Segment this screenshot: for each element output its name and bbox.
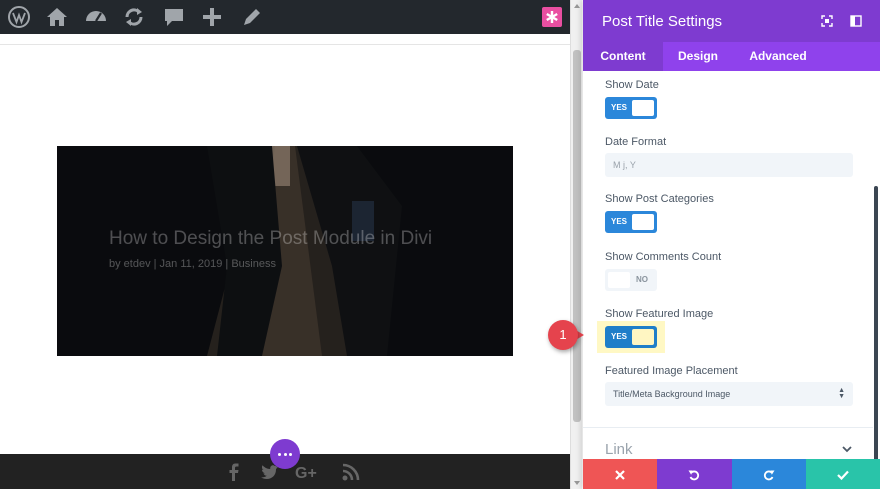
undo-icon (688, 470, 700, 480)
dashboard-home-icon[interactable] (45, 5, 69, 29)
cancel-button[interactable] (583, 459, 658, 489)
scroll-down-icon[interactable] (574, 481, 580, 485)
featured-image-placement-select[interactable]: Title/Meta Background Image ▲ ▼ (605, 382, 853, 406)
show-date-label: Show Date (605, 79, 659, 91)
wordpress-icon[interactable] (7, 5, 31, 29)
redo-icon (763, 470, 775, 480)
close-icon (615, 469, 625, 480)
select-value: Title/Meta Background Image (613, 389, 731, 399)
toggle-state: YES (611, 332, 628, 341)
module-settings-panel: Post Title Settings Content Design Advan… (583, 0, 880, 489)
panel-header: Post Title Settings (583, 0, 880, 42)
post-title: How to Design the Post Module in Divi (109, 228, 433, 249)
featured-image (57, 146, 513, 356)
toggle-knob (632, 214, 654, 230)
asterisk-icon (546, 11, 558, 23)
google-plus-icon[interactable]: G+ (295, 462, 325, 482)
select-caret-icon: ▲ ▼ (838, 387, 845, 400)
date-format-input[interactable]: M j, Y (605, 153, 853, 177)
show-date-toggle[interactable]: YES (605, 97, 657, 119)
toggle-knob (632, 100, 654, 116)
chevron-down-icon[interactable] (842, 444, 852, 454)
wp-admin-bar (0, 0, 570, 34)
featured-image-placement-label: Featured Image Placement (605, 365, 738, 377)
toggle-state: YES (611, 103, 628, 112)
redo-button[interactable] (731, 459, 806, 489)
link-section-title[interactable]: Link (605, 441, 633, 458)
toggle-knob (608, 272, 630, 288)
show-featured-image-toggle[interactable]: YES (605, 326, 657, 348)
facebook-icon[interactable] (224, 462, 244, 482)
pencil-icon[interactable] (240, 5, 264, 29)
show-post-categories-label: Show Post Categories (605, 193, 714, 205)
refresh-icon[interactable] (122, 5, 146, 29)
tab-content[interactable]: Content (583, 42, 663, 71)
divi-builder-button[interactable] (542, 7, 562, 27)
divi-builder-screen: How to Design the Post Module in Divi by… (0, 0, 880, 489)
svg-text:G+: G+ (295, 465, 317, 482)
toggle-state: NO (636, 275, 648, 284)
show-post-categories-toggle[interactable]: YES (605, 211, 657, 233)
plus-icon[interactable] (200, 5, 224, 29)
settings-tabs: Content Design Advanced (583, 42, 880, 71)
check-icon (837, 470, 849, 480)
panel-footer (583, 459, 880, 489)
page-scrollbar[interactable] (570, 0, 582, 489)
tab-advanced[interactable]: Advanced (733, 42, 823, 71)
panel-scrollbar[interactable] (874, 186, 878, 459)
show-comments-count-label: Show Comments Count (605, 251, 722, 263)
undo-button[interactable] (657, 459, 732, 489)
page-scrollbar-thumb[interactable] (573, 50, 581, 422)
toggle-state: YES (611, 217, 628, 226)
split-view-icon[interactable] (850, 15, 862, 27)
tab-design[interactable]: Design (663, 42, 733, 71)
toggle-knob (632, 329, 654, 345)
scroll-up-icon[interactable] (574, 4, 580, 8)
header-divider (0, 44, 570, 45)
comment-icon[interactable] (162, 5, 186, 29)
more-dots-icon (278, 453, 281, 456)
save-button[interactable] (805, 459, 880, 489)
step-callout-badge: 1 (548, 320, 578, 350)
post-title-module[interactable]: How to Design the Post Module in Divi by… (57, 146, 513, 356)
section-divider (583, 427, 873, 428)
show-comments-count-toggle[interactable]: NO (605, 269, 657, 291)
settings-content: Show Date YES Date Format M j, Y Show Po… (583, 71, 880, 459)
post-meta: by etdev | Jan 11, 2019 | Business (109, 258, 276, 270)
date-format-label: Date Format (605, 136, 667, 148)
show-featured-image-label: Show Featured Image (605, 308, 714, 320)
rss-icon[interactable] (341, 462, 361, 482)
panel-title: Post Title Settings (602, 13, 723, 30)
page-canvas: How to Design the Post Module in Divi by… (0, 34, 570, 454)
builder-options-button[interactable] (270, 439, 300, 469)
gauge-icon[interactable] (84, 5, 108, 29)
expand-icon[interactable] (821, 15, 833, 27)
